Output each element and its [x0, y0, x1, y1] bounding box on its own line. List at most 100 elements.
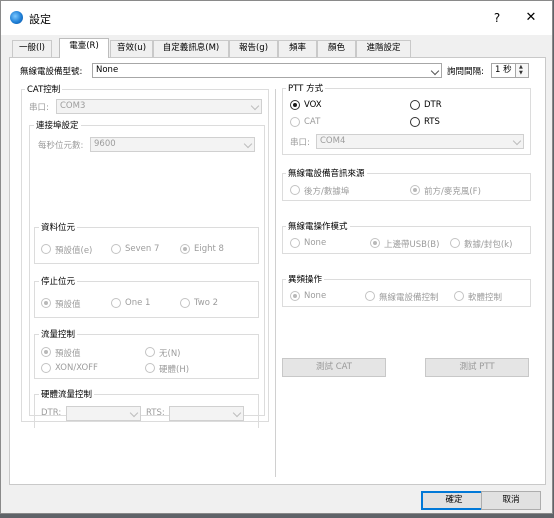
- ptt-port-value: COM4: [320, 136, 346, 146]
- data-bits-seven-radio[interactable]: [111, 244, 121, 254]
- data-bits-eight-label: Eight 8: [194, 244, 224, 254]
- split-operation-group: 異頻操作 None 無線電設備控制 軟體控制: [282, 273, 531, 307]
- cat-port-value: COM3: [60, 101, 86, 111]
- app-icon: [10, 11, 23, 24]
- stop-bits-two-label: Two 2: [194, 298, 219, 308]
- poll-interval-label: 詢問間隔:: [447, 67, 484, 77]
- data-bits-default-radio[interactable]: [41, 244, 51, 254]
- dtr-label: DTR:: [41, 408, 62, 418]
- stop-bits-default-radio[interactable]: [41, 298, 51, 308]
- mode-usb-radio[interactable]: [370, 238, 380, 248]
- rts-label: RTS:: [146, 408, 165, 418]
- port-settings-group: 連接埠設定 每秒位元數: 9600 資料位元 預設值(e) Seven 7 Ei…: [29, 119, 265, 428]
- close-icon: ✕: [525, 10, 537, 25]
- audio-source-title: 無線電設備音訊來源: [286, 167, 367, 179]
- spin-down-icon: ▼: [519, 70, 523, 76]
- radio-tab-panel: 無線電設備型號: None 詢問間隔: 1 秒 CAT控制 串口: COM3 連…: [9, 57, 546, 485]
- operating-mode-title: 無線電操作模式: [286, 220, 350, 232]
- audio-front-label: 前方/麥克風(F): [424, 187, 481, 197]
- tab-colors[interactable]: 顏色: [317, 40, 356, 57]
- close-button[interactable]: ✕: [521, 8, 541, 28]
- split-none-radio[interactable]: [290, 291, 300, 301]
- ptt-method-title: PTT 方式: [286, 82, 326, 94]
- cancel-button[interactable]: 取消: [481, 491, 541, 510]
- stop-bits-title: 停止位元: [39, 275, 78, 287]
- split-rig-radio[interactable]: [365, 291, 375, 301]
- chevron-down-icon: [129, 408, 139, 418]
- stop-bits-one-label: One 1: [125, 298, 151, 308]
- stop-bits-two-radio[interactable]: [180, 298, 190, 308]
- title-bar: 設定 ? ✕: [1, 1, 552, 35]
- flow-default-radio[interactable]: [41, 347, 51, 357]
- tab-advanced[interactable]: 進階設定: [356, 40, 411, 57]
- data-bits-seven-label: Seven 7: [125, 244, 160, 254]
- test-ptt-button[interactable]: 測試 PTT: [425, 358, 529, 377]
- baud-rate-label: 每秒位元數:: [38, 141, 84, 151]
- rts-select[interactable]: [169, 406, 244, 421]
- window-title: 設定: [29, 13, 51, 26]
- data-bits-eight-radio[interactable]: [180, 244, 190, 254]
- chevron-down-icon: [250, 101, 260, 111]
- split-operation-title: 異頻操作: [286, 273, 325, 285]
- flow-hardware-radio[interactable]: [145, 363, 155, 373]
- help-button[interactable]: ?: [487, 8, 507, 28]
- tab-frequencies[interactable]: 頻率: [278, 40, 317, 57]
- hardware-flow-title: 硬體流量控制: [39, 388, 95, 400]
- audio-source-group: 無線電設備音訊來源 後方/數據埠 前方/麥克風(F): [282, 167, 531, 201]
- cat-control-group: CAT控制 串口: COM3 連接埠設定 每秒位元數: 9600 資料位元 預設…: [21, 83, 269, 428]
- tab-reporting[interactable]: 報告(g): [229, 40, 278, 57]
- radio-model-select[interactable]: None: [92, 63, 442, 78]
- audio-rear-label: 後方/數據埠: [304, 187, 350, 197]
- ptt-cat-label: CAT: [304, 117, 321, 127]
- audio-rear-radio[interactable]: [290, 185, 300, 195]
- flow-control-title: 流量控制: [39, 328, 78, 340]
- cat-port-label: 串口:: [29, 103, 49, 113]
- tab-general[interactable]: 一般(l): [12, 40, 52, 57]
- tab-custom-messages[interactable]: 自定義訊息(M): [153, 40, 229, 57]
- poll-interval-spinner[interactable]: ▲ ▼: [515, 63, 529, 78]
- flow-xonxoff-radio[interactable]: [41, 363, 51, 373]
- cat-control-title: CAT控制: [25, 83, 63, 95]
- ptt-port-select[interactable]: COM4: [316, 134, 524, 149]
- chevron-down-icon: [232, 408, 242, 418]
- test-cat-button[interactable]: 測試 CAT: [282, 358, 386, 377]
- flow-control-group: 流量控制 預設值 无(N) XON/XOFF 硬體(H): [34, 328, 259, 379]
- cat-port-select[interactable]: COM3: [56, 99, 262, 114]
- baud-rate-select[interactable]: 9600: [90, 137, 255, 152]
- mode-usb-label: 上邊帶USB(B): [384, 240, 440, 250]
- flow-none-label: 无(N): [159, 349, 181, 359]
- poll-interval-input[interactable]: 1 秒: [491, 63, 517, 78]
- data-bits-default-label: 預設值(e): [55, 246, 93, 256]
- ptt-rts-radio[interactable]: [410, 117, 420, 127]
- poll-interval-value: 1 秒: [495, 65, 512, 75]
- ptt-vox-radio[interactable]: [290, 100, 300, 110]
- chevron-down-icon: [512, 136, 522, 146]
- radio-model-label: 無線電設備型號:: [20, 67, 83, 77]
- hardware-flow-group: 硬體流量控制 DTR: RTS:: [34, 388, 259, 428]
- radio-model-value: None: [96, 65, 119, 75]
- data-bits-group: 資料位元 預設值(e) Seven 7 Eight 8: [34, 221, 259, 264]
- stop-bits-one-radio[interactable]: [111, 298, 121, 308]
- ptt-vox-label: VOX: [304, 100, 322, 110]
- column-divider: [275, 89, 276, 477]
- split-fake-radio[interactable]: [454, 291, 464, 301]
- audio-front-radio[interactable]: [410, 185, 420, 195]
- ok-button[interactable]: 確定: [421, 491, 487, 510]
- tab-audio[interactable]: 音效(u): [110, 40, 153, 57]
- ptt-dtr-radio[interactable]: [410, 100, 420, 110]
- operating-mode-group: 無線電操作模式 None 上邊帶USB(B) 數據/封包(k): [282, 220, 531, 254]
- flow-xonxoff-label: XON/XOFF: [55, 363, 98, 373]
- tab-radio[interactable]: 電臺(R): [59, 38, 109, 58]
- mode-data-radio[interactable]: [450, 238, 460, 248]
- dtr-select[interactable]: [66, 406, 141, 421]
- mode-none-radio[interactable]: [290, 238, 300, 248]
- port-settings-title: 連接埠設定: [34, 119, 81, 131]
- ptt-cat-radio[interactable]: [290, 117, 300, 127]
- mode-none-label: None: [304, 238, 327, 248]
- flow-none-radio[interactable]: [145, 347, 155, 357]
- ptt-dtr-label: DTR: [424, 100, 442, 110]
- ptt-method-group: PTT 方式 VOX DTR CAT RTS 串口: COM4: [282, 82, 531, 155]
- stop-bits-group: 停止位元 預設值 One 1 Two 2: [34, 275, 259, 318]
- mode-data-label: 數據/封包(k): [464, 240, 513, 250]
- split-rig-label: 無線電設備控制: [379, 293, 439, 303]
